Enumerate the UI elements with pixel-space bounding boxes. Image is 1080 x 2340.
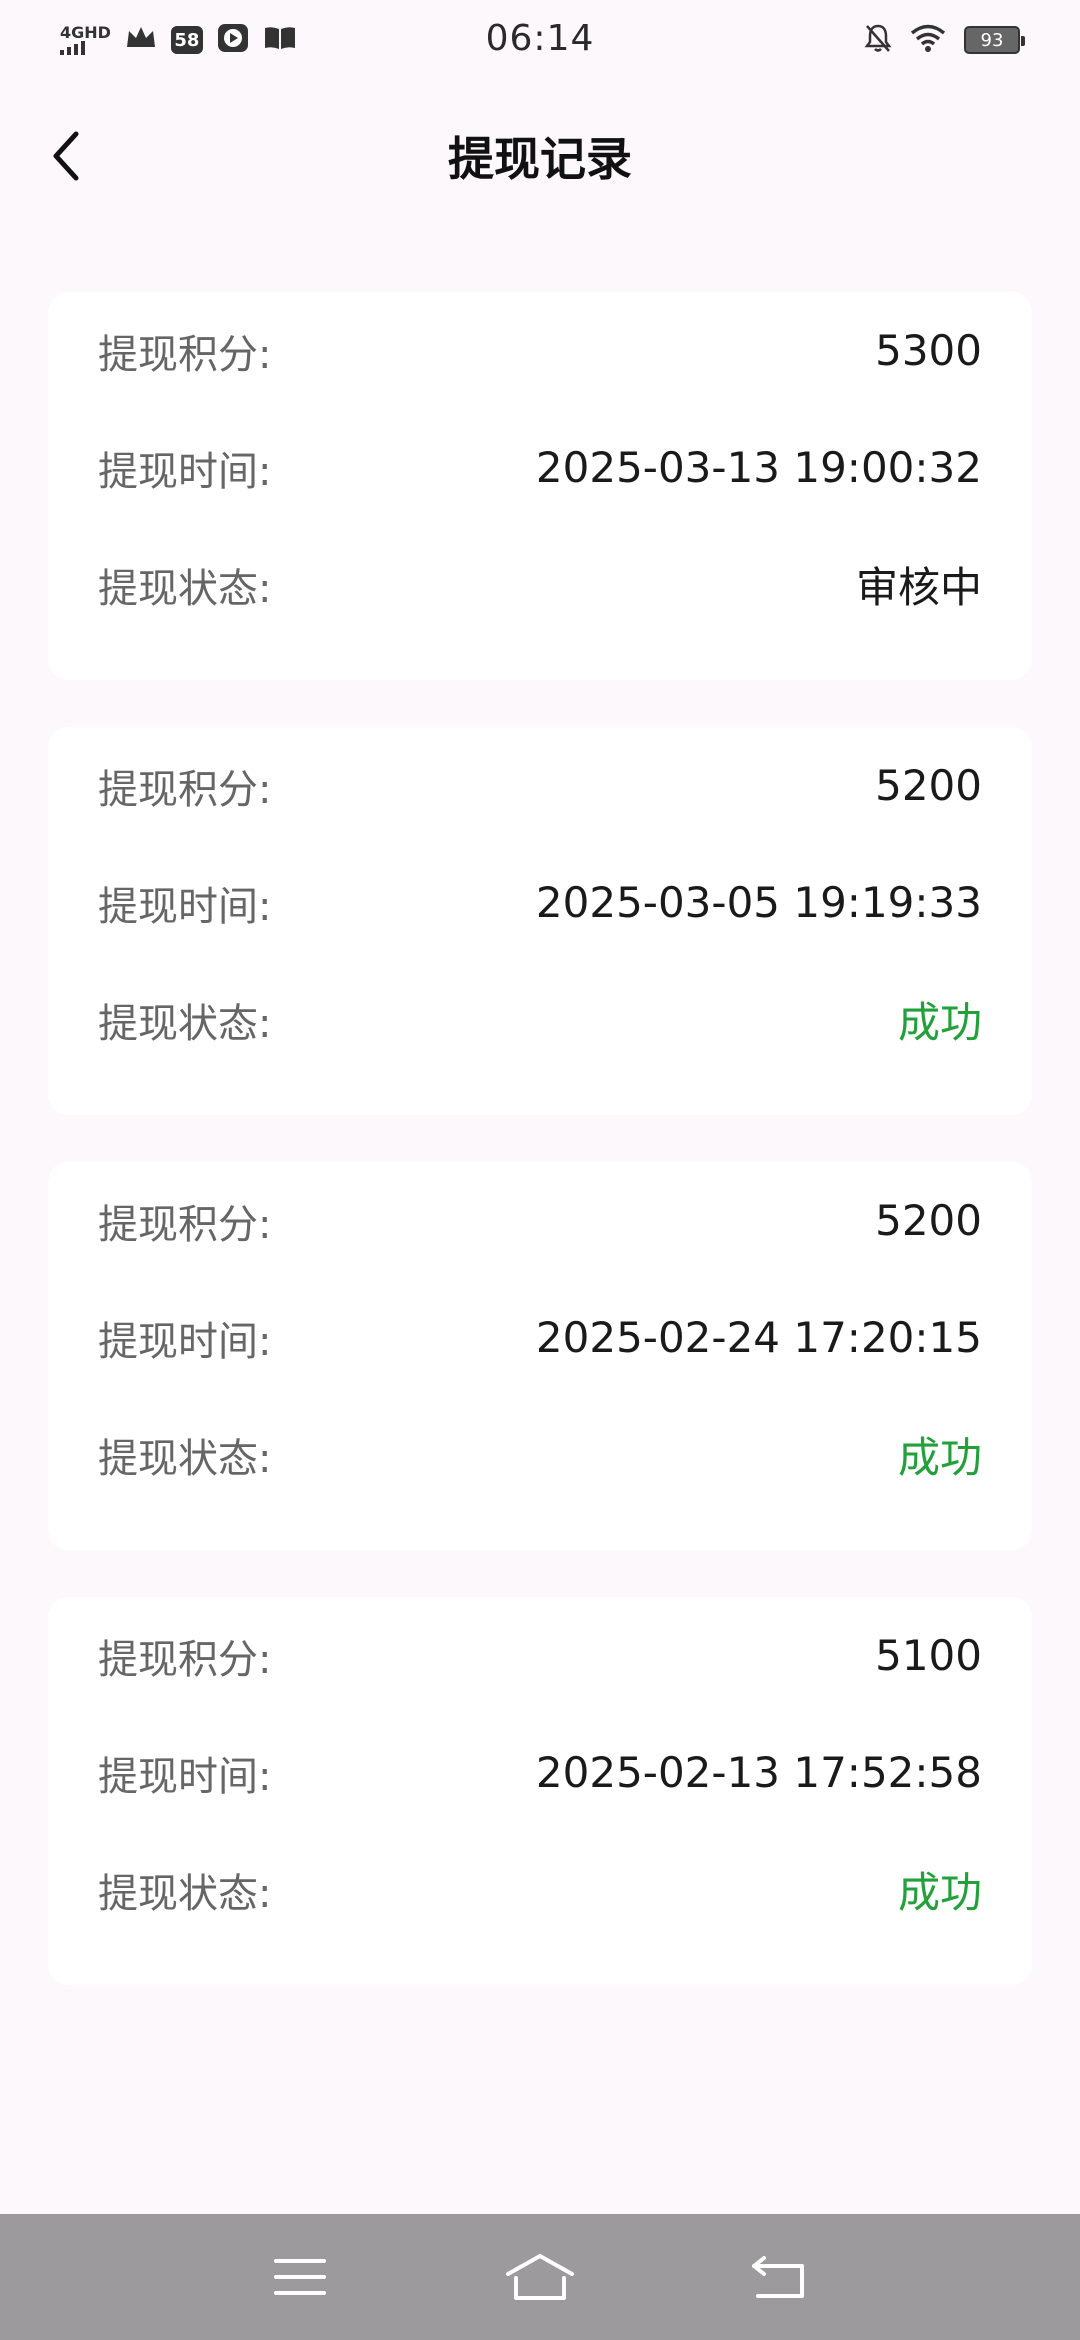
status-label: 提现状态: [98,565,272,612]
home-icon [506,2254,574,2300]
withdrawal-record-card: 提现积分: 5200 提现时间: 2025-03-05 19:19:33 提现状… [48,727,1032,1115]
points-value: 5200 [875,1196,982,1245]
app-header: 提现记录 [0,100,1080,212]
status-right-icons: 93 [864,23,1025,57]
return-button[interactable] [735,2242,825,2312]
wifi-icon [910,24,946,56]
points-value: 5300 [875,326,982,375]
status-value: 成功 [897,998,982,1047]
status-label: 提现状态: [98,1435,272,1482]
points-row: 提现积分: 5100 [98,1597,982,1714]
mute-bell-icon [864,23,892,57]
points-label: 提现积分: [98,766,272,813]
time-value: 2025-02-13 17:52:58 [535,1748,982,1797]
time-value: 2025-03-13 19:00:32 [535,443,982,492]
points-label: 提现积分: [98,1636,272,1683]
play-icon [217,23,249,57]
status-label: 提现状态: [98,1000,272,1047]
menu-icon [274,2259,326,2295]
status-value: 审核中 [855,563,982,612]
withdrawal-record-list: 提现积分: 5300 提现时间: 2025-03-13 19:00:32 提现状… [48,272,1032,2032]
return-icon [752,2256,804,2298]
app-badge-icon: 58 [170,26,203,54]
time-row: 提现时间: 2025-03-05 19:19:33 [98,844,982,961]
battery-icon: 93 [964,26,1025,54]
points-value: 5200 [875,761,982,810]
points-row: 提现积分: 5200 [98,727,982,844]
time-row: 提现时间: 2025-02-24 17:20:15 [98,1279,982,1396]
page-title: 提现记录 [448,132,632,186]
crown-icon [125,25,157,55]
time-label: 提现时间: [98,448,272,495]
book-icon [263,25,297,55]
chevron-left-icon [53,131,79,181]
time-value: 2025-03-05 19:19:33 [535,878,982,927]
status-row: 提现状态: 成功 [98,961,982,1078]
time-row: 提现时间: 2025-02-13 17:52:58 [98,1714,982,1831]
status-bar: 4GHD 58 93 [0,0,1080,80]
time-label: 提现时间: [98,1753,272,1800]
withdrawal-record-card: 提现积分: 5100 提现时间: 2025-02-13 17:52:58 提现状… [48,1597,1032,1985]
points-label: 提现积分: [98,1201,272,1248]
home-button[interactable] [495,2242,585,2312]
menu-button[interactable] [255,2242,345,2312]
status-row: 提现状态: 成功 [98,1396,982,1513]
status-left-icons: 4GHD 58 [60,23,297,57]
status-row: 提现状态: 审核中 [98,526,982,643]
back-button[interactable] [30,120,102,192]
status-value: 成功 [897,1433,982,1482]
status-row: 提现状态: 成功 [98,1831,982,1948]
status-value: 成功 [897,1868,982,1917]
points-row: 提现积分: 5300 [98,292,982,409]
time-label: 提现时间: [98,1318,272,1365]
time-value: 2025-02-24 17:20:15 [535,1313,982,1362]
withdrawal-record-card: 提现积分: 5300 提现时间: 2025-03-13 19:00:32 提现状… [48,292,1032,680]
points-label: 提现积分: [98,331,272,378]
points-row: 提现积分: 5200 [98,1162,982,1279]
signal-bars-icon [60,41,85,55]
time-label: 提现时间: [98,883,272,930]
network-type: 4GHD [60,23,111,42]
system-nav-bar [0,2214,1080,2340]
points-value: 5100 [875,1631,982,1680]
status-label: 提现状态: [98,1870,272,1917]
time-row: 提现时间: 2025-03-13 19:00:32 [98,409,982,526]
signal-indicator: 4GHD [60,25,111,55]
withdrawal-record-card: 提现积分: 5200 提现时间: 2025-02-24 17:20:15 提现状… [48,1162,1032,1550]
